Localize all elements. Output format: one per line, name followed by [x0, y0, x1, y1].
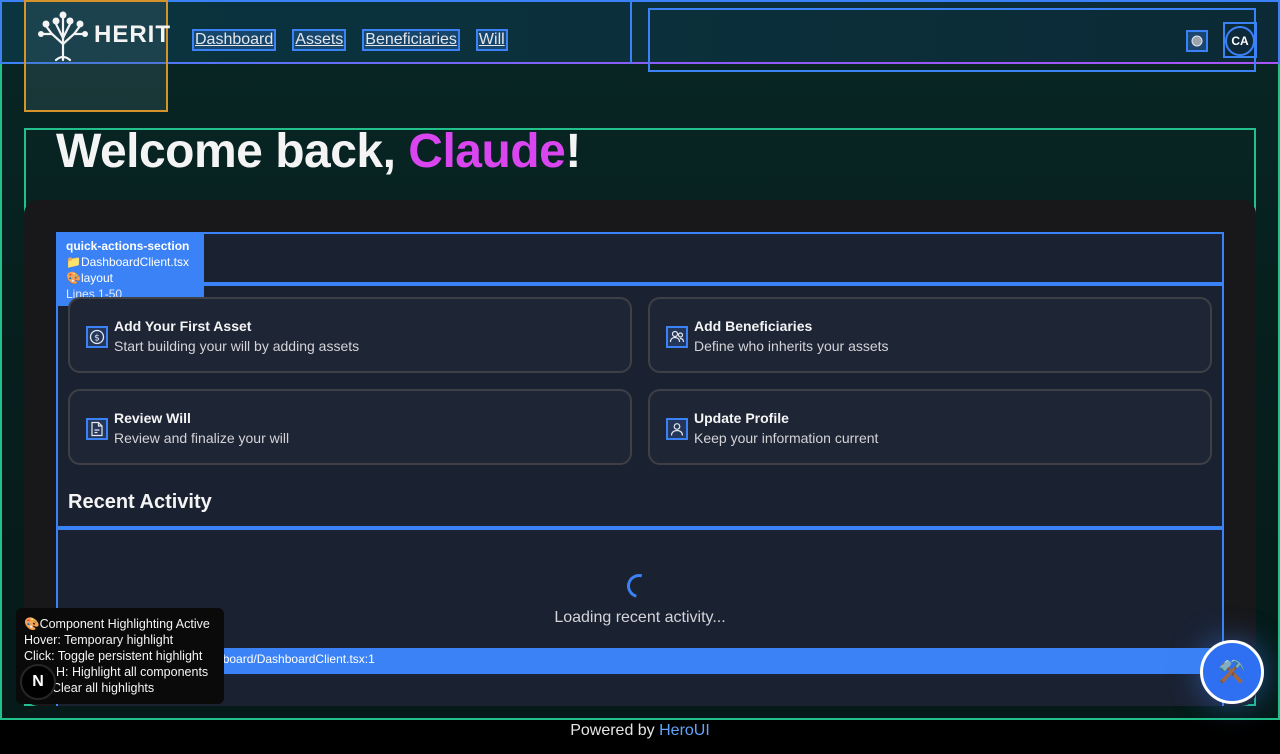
dollar-circle-icon: $ — [86, 326, 108, 348]
action-title: Add Beneficiaries — [694, 318, 813, 334]
action-desc: Keep your information current — [694, 430, 879, 446]
action-title: Update Profile — [694, 410, 789, 426]
action-add-beneficiaries[interactable]: Add Beneficiaries Define who inherits yo… — [648, 297, 1212, 373]
nav-right-region — [648, 8, 1256, 72]
users-icon — [666, 326, 688, 348]
help-line-hover: Hover: Temporary highlight — [24, 633, 174, 647]
sun-icon — [1191, 35, 1203, 47]
action-review-will[interactable]: Review Will Review and finalize your wil… — [68, 389, 632, 465]
action-desc: Start building your will by adding asset… — [114, 338, 360, 354]
action-update-profile[interactable]: Update Profile Keep your information cur… — [648, 389, 1212, 465]
document-icon — [86, 418, 108, 440]
action-desc: Review and finalize your will — [114, 430, 290, 446]
nav-assets[interactable]: Assets — [292, 29, 347, 51]
tree-icon — [38, 11, 88, 62]
user-avatar[interactable]: CA — [1225, 26, 1255, 56]
action-title: Review Will — [114, 410, 191, 426]
footer-prefix: Powered by — [570, 722, 660, 739]
help-line-active: 🎨Component Highlighting Active — [24, 617, 210, 631]
dev-tools-button[interactable]: ⚒️ — [1200, 640, 1264, 704]
debug-kind: 🎨layout — [66, 271, 113, 285]
nav-beneficiaries[interactable]: Beneficiaries — [362, 29, 460, 51]
nextjs-dev-badge[interactable]: N — [20, 664, 56, 700]
welcome-suffix: ! — [565, 125, 581, 178]
theme-toggle-button[interactable] — [1186, 30, 1208, 52]
brand-name: HERIT — [94, 21, 171, 48]
nav-will[interactable]: Will — [475, 29, 508, 51]
nav-dashboard[interactable]: Dashboard — [192, 29, 277, 51]
action-title: Add Your First Asset — [114, 318, 252, 334]
debug-section-name: quick-actions-section — [66, 239, 190, 253]
welcome-prefix: Welcome back, — [56, 125, 409, 178]
hammer-wrench-icon: ⚒️ — [1218, 659, 1246, 685]
main-nav: Dashboard Assets Beneficiaries Will — [192, 29, 508, 51]
component-file-path: ard)/dashboard/DashboardClient.tsx:1 — [56, 648, 1224, 674]
recent-activity-title: Recent Activity — [68, 491, 212, 513]
action-add-asset[interactable]: $ Add Your First Asset Start building yo… — [68, 297, 632, 373]
footer: Powered by HeroUI — [0, 720, 1280, 754]
component-debug-tag: quick-actions-section 📁DashboardClient.t… — [58, 234, 204, 306]
quick-actions-header — [56, 232, 1224, 286]
svg-text:$: $ — [94, 334, 100, 344]
nav-divider — [630, 0, 632, 64]
welcome-heading: Welcome back, Claude! — [56, 124, 581, 179]
heroui-link[interactable]: HeroUI — [659, 722, 710, 739]
user-name: Claude — [408, 125, 566, 178]
action-desc: Define who inherits your assets — [694, 338, 889, 354]
debug-file: 📁DashboardClient.tsx — [66, 255, 189, 269]
user-icon — [666, 418, 688, 440]
help-line-click: Click: Toggle persistent highlight — [24, 649, 203, 663]
brand-logo[interactable]: HERIT — [36, 8, 171, 62]
